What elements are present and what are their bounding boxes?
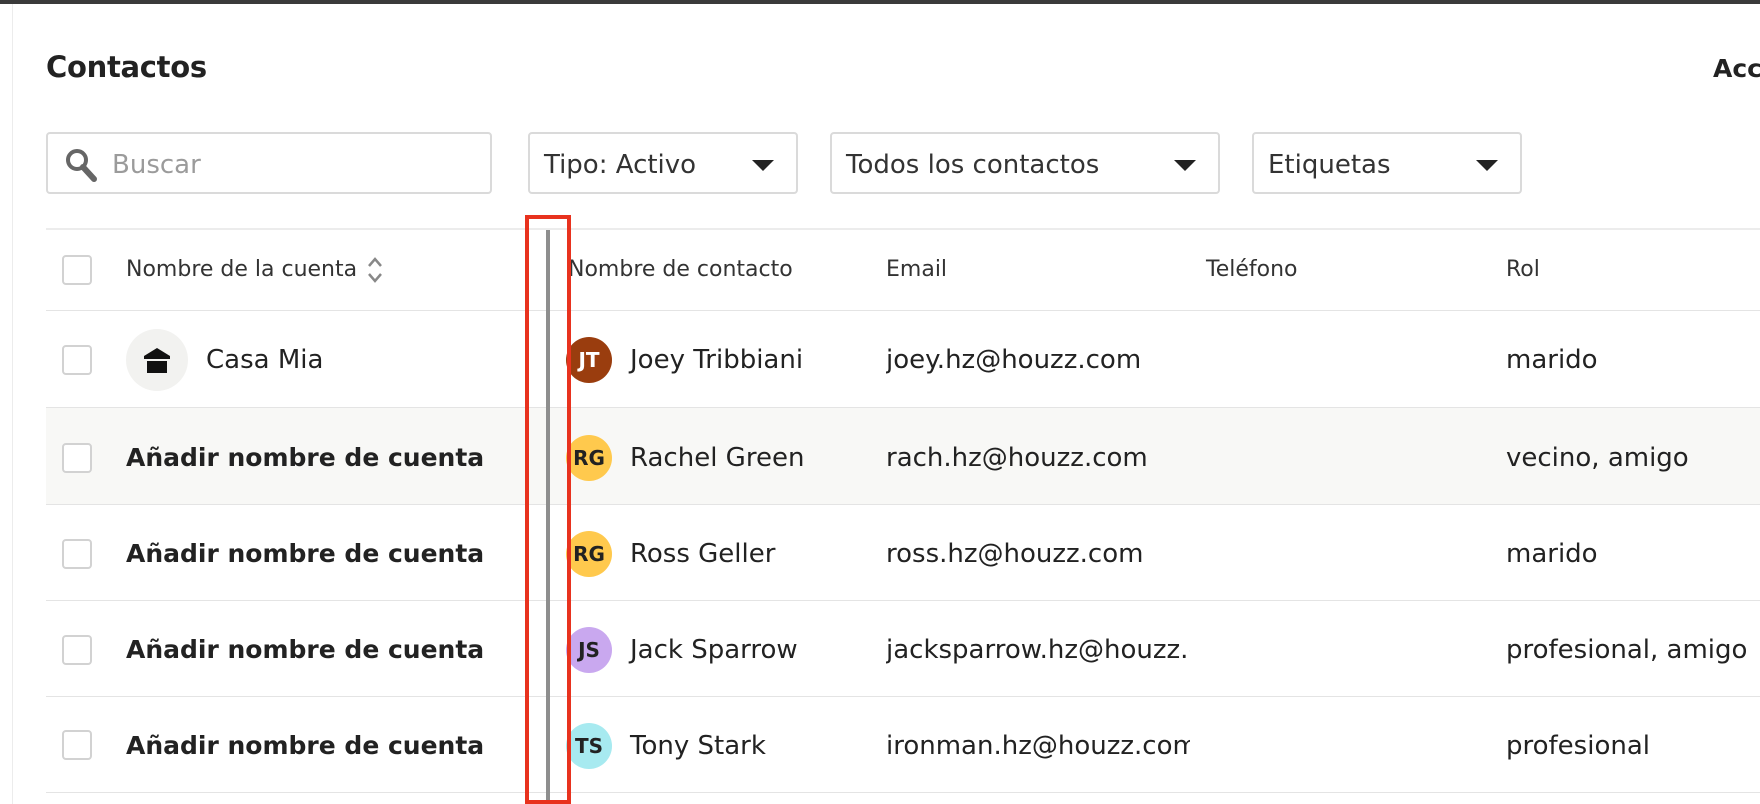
- highlight-box: [525, 215, 571, 804]
- contact-avatar: JS: [566, 627, 612, 673]
- header-contact-name: Nombre de contacto: [568, 257, 793, 282]
- header-phone: Teléfono: [1206, 257, 1298, 282]
- row-checkbox[interactable]: [62, 345, 92, 375]
- contact-name[interactable]: Tony Stark: [630, 731, 766, 761]
- contact-email[interactable]: ironman.hz@houzz.com: [886, 731, 1190, 761]
- top-bar: [0, 0, 1760, 4]
- left-divider: [12, 4, 13, 804]
- house-icon: [144, 348, 170, 373]
- search-input[interactable]: Buscar: [46, 132, 492, 194]
- contact-avatar: JT: [566, 337, 612, 383]
- contact-name[interactable]: Joey Tribbiani: [630, 345, 803, 375]
- account-avatar: [126, 329, 188, 391]
- contacts-scope-label: Todos los contactos: [846, 150, 1100, 180]
- type-filter-label: Tipo: Activo: [544, 150, 697, 180]
- contact-role: marido: [1506, 539, 1598, 569]
- add-account-name-link[interactable]: Añadir nombre de cuenta: [126, 635, 484, 664]
- chevron-down-icon: [1174, 160, 1196, 171]
- contact-role: profesional, amigo: [1506, 635, 1748, 665]
- search-icon: [66, 149, 97, 182]
- chevron-down-icon: [1476, 160, 1498, 171]
- header-account-name[interactable]: Nombre de la cuenta: [126, 257, 357, 282]
- contact-email[interactable]: rach.hz@houzz.com: [886, 443, 1190, 473]
- row-checkbox[interactable]: [62, 730, 92, 760]
- row-checkbox[interactable]: [62, 539, 92, 569]
- contact-role: marido: [1506, 345, 1598, 375]
- page-title: Contactos: [46, 50, 207, 84]
- row-checkbox[interactable]: [62, 443, 92, 473]
- select-all-checkbox[interactable]: [62, 255, 92, 285]
- contact-avatar: TS: [566, 723, 612, 769]
- tags-label: Etiquetas: [1268, 150, 1391, 180]
- row-divider: [46, 792, 1760, 793]
- contacts-scope-dropdown[interactable]: Todos los contactos: [830, 132, 1220, 194]
- search-placeholder: Buscar: [112, 150, 201, 180]
- header-action-button[interactable]: Acc: [1713, 54, 1760, 83]
- header-email: Email: [886, 257, 948, 282]
- contact-role: profesional: [1506, 731, 1650, 761]
- row-checkbox[interactable]: [62, 635, 92, 665]
- account-name[interactable]: Casa Mia: [206, 345, 323, 375]
- contact-email[interactable]: joey.hz@houzz.com: [886, 345, 1190, 375]
- add-account-name-link[interactable]: Añadir nombre de cuenta: [126, 443, 484, 472]
- contact-role: vecino, amigo: [1506, 443, 1689, 473]
- add-account-name-link[interactable]: Añadir nombre de cuenta: [126, 539, 484, 568]
- contact-email[interactable]: ross.hz@houzz.com: [886, 539, 1190, 569]
- chevron-down-icon: [752, 160, 774, 171]
- contact-avatar: RG: [566, 435, 612, 481]
- contact-name[interactable]: Ross Geller: [630, 539, 775, 569]
- add-account-name-link[interactable]: Añadir nombre de cuenta: [126, 731, 484, 760]
- table-top-border: [46, 228, 1760, 230]
- contact-name[interactable]: Jack Sparrow: [630, 635, 798, 665]
- contact-avatar: RG: [566, 531, 612, 577]
- type-filter-dropdown[interactable]: Tipo: Activo: [528, 132, 798, 194]
- contact-email[interactable]: jacksparrow.hz@houzz.com: [886, 635, 1190, 665]
- sort-icon[interactable]: [366, 255, 384, 285]
- tags-dropdown[interactable]: Etiquetas: [1252, 132, 1522, 194]
- contact-name[interactable]: Rachel Green: [630, 443, 804, 473]
- header-role: Rol: [1506, 257, 1540, 282]
